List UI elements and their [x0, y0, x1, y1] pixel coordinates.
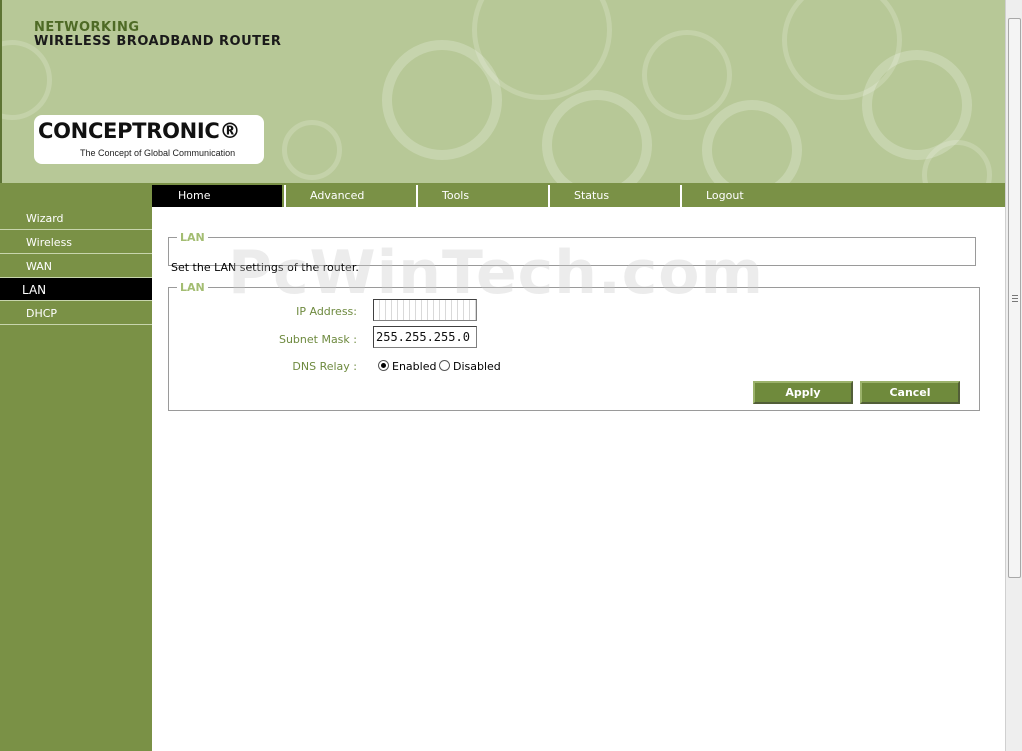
sidebar-item-dhcp[interactable]: DHCP [0, 302, 152, 325]
brand-networking: NETWORKING [34, 20, 140, 35]
dns-enabled-radio[interactable] [378, 360, 389, 371]
tab-home[interactable]: Home [152, 185, 282, 207]
logo-tagline: The Concept of Global Communication [80, 148, 236, 158]
info-box-legend: LAN [180, 231, 205, 244]
tab-advanced[interactable]: Advanced [284, 185, 414, 207]
sidebar-item-lan[interactable]: LAN [0, 278, 152, 301]
sidebar-item-wan[interactable]: WAN [0, 255, 152, 278]
lan-settings-legend: LAN [180, 281, 205, 294]
ip-address-label: IP Address: [296, 305, 357, 318]
main-content: LAN Set the LAN settings of the router. … [152, 207, 1005, 751]
logo: CONCEPTRONIC® The Concept of Global Comm… [34, 115, 264, 164]
top-navigation: Home Advanced Tools Status Logout [0, 183, 1005, 207]
dns-relay-label: DNS Relay : [292, 360, 357, 373]
lan-settings-box: LAN [168, 281, 980, 411]
dns-disabled-label: Disabled [453, 360, 501, 373]
decorative-circle [2, 40, 52, 120]
ip-address-input[interactable] [373, 299, 477, 321]
tab-tools[interactable]: Tools [416, 185, 546, 207]
vertical-scrollbar[interactable] [1005, 0, 1022, 751]
tab-status[interactable]: Status [548, 185, 678, 207]
decorative-circle [702, 100, 802, 183]
decorative-circle [642, 30, 732, 120]
brand-product-title: WIRELESS BROADBAND ROUTER [34, 34, 282, 49]
info-description: Set the LAN settings of the router. [171, 261, 359, 274]
logo-wordmark: CONCEPTRONIC® [38, 119, 241, 143]
dns-enabled-label: Enabled [392, 360, 437, 373]
scrollbar-thumb[interactable] [1008, 18, 1021, 578]
subnet-mask-label: Subnet Mask : [278, 333, 357, 346]
info-box: LAN Set the LAN settings of the router. [168, 231, 976, 274]
sidebar-item-wizard[interactable]: Wizard [0, 207, 152, 230]
scrollbar-grip-icon [1012, 295, 1018, 302]
header-banner: NETWORKING WIRELESS BROADBAND ROUTER CON… [0, 0, 1005, 183]
tab-logout[interactable]: Logout [680, 185, 810, 207]
decorative-circle [542, 90, 652, 183]
sidebar: Wizard Wireless WAN LAN DHCP [0, 207, 152, 751]
cancel-button[interactable]: Cancel [860, 381, 960, 404]
decorative-circle [282, 120, 342, 180]
subnet-mask-input[interactable]: 255.255.255.0 [373, 326, 477, 348]
apply-button[interactable]: Apply [753, 381, 853, 404]
sidebar-item-wireless[interactable]: Wireless [0, 231, 152, 254]
dns-disabled-radio[interactable] [439, 360, 450, 371]
